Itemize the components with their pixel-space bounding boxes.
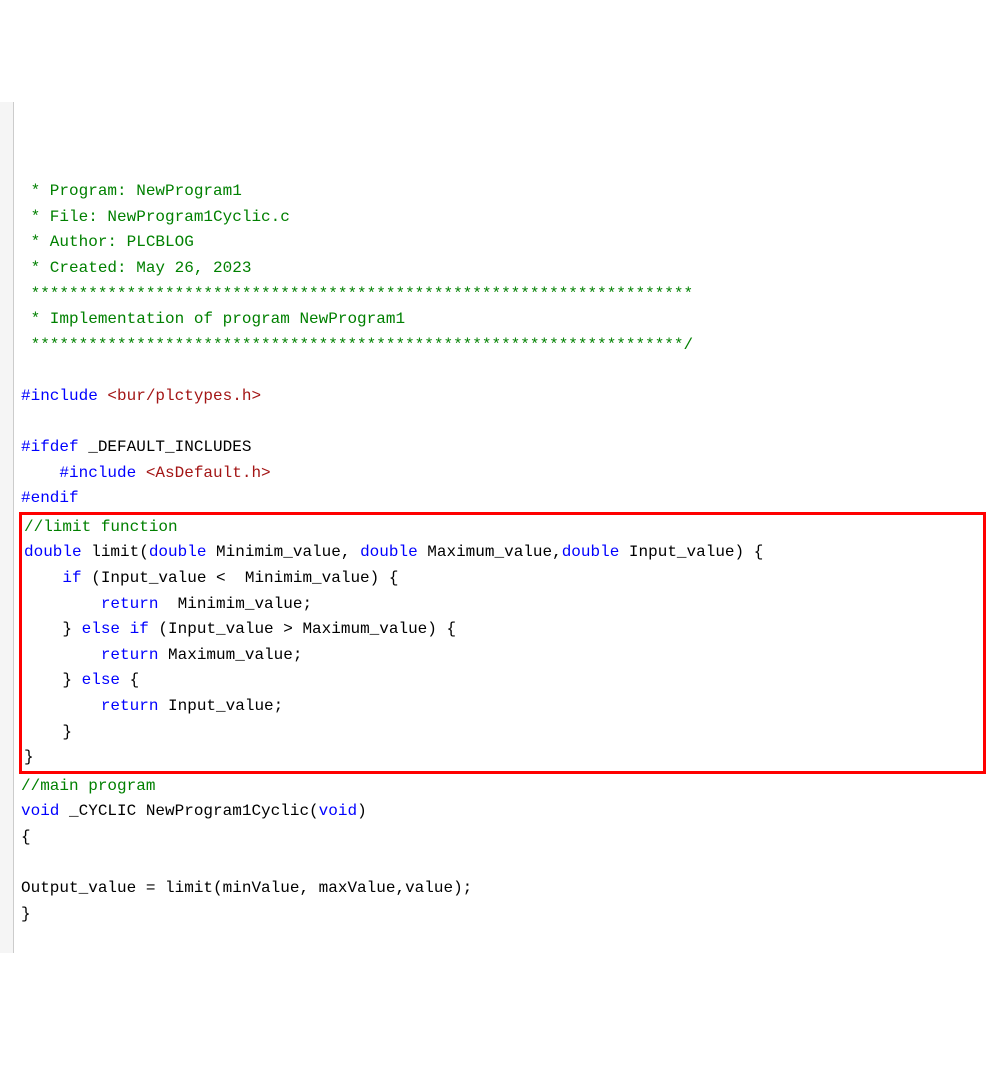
param: Input_value) {	[619, 543, 763, 561]
type-keyword: double	[360, 543, 418, 561]
comment-line: * File: NewProgram1Cyclic.c	[21, 208, 290, 226]
statement: Output_value = limit(minValue, maxValue,…	[21, 879, 472, 897]
condition: (Input_value > Maximum_value) {	[149, 620, 456, 638]
condition: (Input_value < Minimim_value) {	[82, 569, 399, 587]
else-keyword: else	[82, 671, 120, 689]
function-name: limit(	[82, 543, 149, 561]
space	[120, 620, 130, 638]
return-value: Minimim_value;	[158, 595, 312, 613]
return-keyword: return	[101, 646, 159, 664]
code-content[interactable]: * Program: NewProgram1 * File: NewProgra…	[21, 179, 986, 927]
include-keyword: #include	[59, 464, 136, 482]
comment-line: * Implementation of program NewProgram1	[21, 310, 405, 328]
brace: {	[120, 671, 139, 689]
comment-line: * Program: NewProgram1	[21, 182, 242, 200]
include-path: <AsDefault.h>	[136, 464, 270, 482]
fold-gutter	[0, 102, 14, 953]
type-keyword: double	[562, 543, 620, 561]
type-keyword: double	[24, 543, 82, 561]
indent	[24, 595, 101, 613]
brace: }	[21, 905, 31, 923]
comment-line: * Created: May 26, 2023	[21, 259, 251, 277]
indent	[24, 646, 101, 664]
indent	[21, 464, 59, 482]
comment-line: * Author: PLCBLOG	[21, 233, 194, 251]
endif-keyword: #endif	[21, 489, 79, 507]
brace: }	[24, 748, 34, 766]
function-name: _CYCLIC NewProgram1Cyclic(	[59, 802, 318, 820]
if-keyword: if	[62, 569, 81, 587]
code-editor[interactable]: * Program: NewProgram1 * File: NewProgra…	[0, 102, 991, 953]
type-keyword: void	[21, 802, 59, 820]
type-keyword: double	[149, 543, 207, 561]
return-value: Input_value;	[158, 697, 283, 715]
param: Maximum_value,	[418, 543, 562, 561]
else-keyword: else	[82, 620, 120, 638]
indent	[24, 569, 62, 587]
include-path: <bur/plctypes.h>	[98, 387, 261, 405]
brace: {	[21, 828, 31, 846]
comment-line: //main program	[21, 777, 155, 795]
ifdef-keyword: #ifdef	[21, 438, 79, 456]
comment-line: ****************************************…	[21, 285, 693, 303]
paren: )	[357, 802, 367, 820]
brace: }	[24, 620, 82, 638]
brace: }	[24, 671, 82, 689]
if-keyword: if	[130, 620, 149, 638]
return-keyword: return	[101, 697, 159, 715]
highlight-box: //limit functiondouble limit(double Mini…	[19, 512, 986, 774]
macro-name: _DEFAULT_INCLUDES	[79, 438, 252, 456]
type-keyword: void	[319, 802, 357, 820]
indent	[24, 697, 101, 715]
include-keyword: #include	[21, 387, 98, 405]
return-value: Maximum_value;	[158, 646, 302, 664]
comment-line: ****************************************…	[21, 336, 693, 354]
comment-line: //limit function	[24, 518, 178, 536]
param: Minimim_value,	[206, 543, 360, 561]
return-keyword: return	[101, 595, 159, 613]
brace: }	[24, 723, 72, 741]
